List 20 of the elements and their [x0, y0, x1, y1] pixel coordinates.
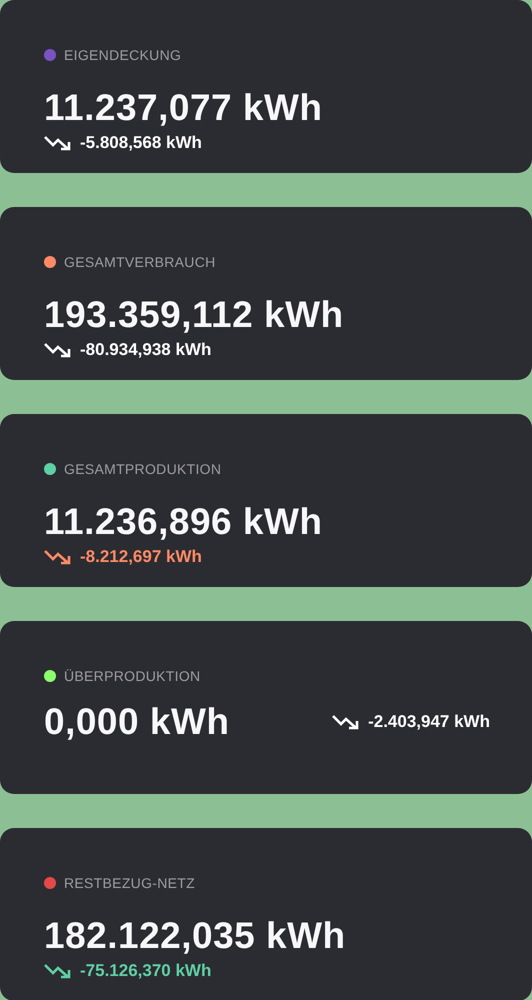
energy-value: 182.122,035 kWh: [44, 914, 347, 958]
card-label: GESAMTVERBRAUCH: [64, 253, 216, 272]
card-label: RESTBEZUG-NETZ: [64, 874, 195, 893]
energy-value: 11.237,077 kWh: [44, 86, 324, 130]
change-value: -5.808,568 kWh: [80, 132, 202, 154]
trend-down-icon: [44, 962, 72, 980]
energy-value: 193.359,112 kWh: [44, 293, 345, 337]
trend-down-icon: [332, 713, 360, 731]
trend-down-icon: [44, 341, 72, 359]
card-label: ÜBERPRODUKTION: [64, 667, 200, 686]
trend-down-icon: [44, 134, 72, 152]
energy-value: 0,000 kWh: [44, 700, 230, 744]
trend-down-icon: [44, 548, 72, 566]
card-label: GESAMTPRODUKTION: [64, 460, 222, 479]
energy-value: 11.236,896 kWh: [44, 500, 324, 544]
change-value: -75.126,370 kWh: [80, 960, 212, 982]
change-value: -8.212,697 kWh: [80, 546, 202, 568]
change-value: -2.403,947 kWh: [368, 711, 490, 733]
card-label: EIGENDECKUNG: [64, 46, 182, 65]
change-value: -80.934,938 kWh: [80, 339, 212, 361]
